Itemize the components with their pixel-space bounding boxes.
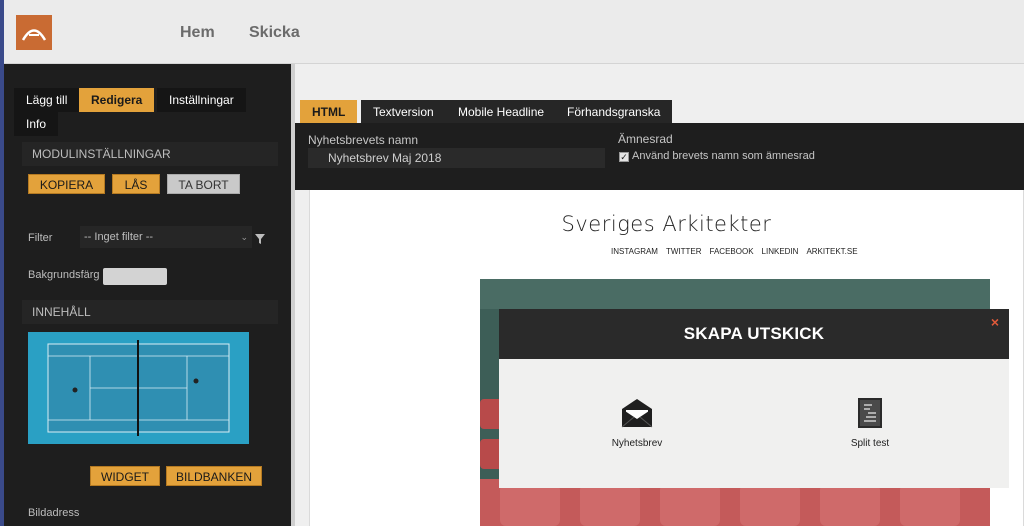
tab-text-version[interactable]: Textversion xyxy=(361,100,446,124)
tab-html[interactable]: HTML xyxy=(300,100,358,124)
create-send-modal: SKAPA UTSKICK × Nyhetsbrev Split test xyxy=(499,309,1009,488)
content-image-thumbnail[interactable] xyxy=(28,332,249,444)
brand-title: Sveriges Arkitekter xyxy=(561,212,772,236)
bg-color-label: Bakgrundsfärg xyxy=(28,269,100,281)
modal-body: Nyhetsbrev Split test xyxy=(499,359,1009,488)
module-panel: Lägg till Redigera Inställningar Info MO… xyxy=(4,64,291,526)
tab-info[interactable]: Info xyxy=(14,112,59,136)
top-bar: Hem Skicka xyxy=(0,0,1024,64)
filter-label: Filter xyxy=(28,232,53,244)
newsletter-name-input[interactable]: Nyhetsbrev Maj 2018 xyxy=(308,148,605,168)
tab-edit[interactable]: Redigera xyxy=(79,88,155,112)
window-left-edge xyxy=(0,0,4,526)
filter-value: -- Inget filter -- xyxy=(84,231,154,243)
tab-preview[interactable]: Förhandsgranska xyxy=(555,100,673,124)
widget-button[interactable]: WIDGET xyxy=(90,466,160,486)
social-links: INSTAGRAM TWITTER FACEBOOK LINKEDIN ARKI… xyxy=(611,247,858,256)
app-logo-icon[interactable] xyxy=(16,15,52,50)
subject-label: Ämnesrad xyxy=(618,132,673,146)
close-icon[interactable]: × xyxy=(988,315,1002,329)
bg-color-swatch[interactable] xyxy=(103,268,167,285)
newsletter-option[interactable]: Nyhetsbrev xyxy=(587,397,687,449)
delete-button[interactable]: TA BORT xyxy=(167,174,240,194)
nav-send[interactable]: Skicka xyxy=(249,24,300,42)
use-name-checkbox-label: Använd brevets namn som ämnesrad xyxy=(632,150,815,162)
content-heading: INNEHÅLL xyxy=(22,300,278,324)
chevron-down-icon: ⌄ xyxy=(240,232,248,242)
tab-mobile-headline[interactable]: Mobile Headline xyxy=(446,100,557,124)
modal-title: SKAPA UTSKICK xyxy=(499,309,1009,359)
copy-button[interactable]: KOPIERA xyxy=(28,174,105,194)
image-address-label: Bildadress xyxy=(28,507,80,519)
tennis-court-image xyxy=(28,332,249,444)
image-bank-button[interactable]: BILDBANKEN xyxy=(166,466,262,486)
split-test-icon xyxy=(858,398,882,428)
split-test-option[interactable]: Split test xyxy=(820,397,920,449)
link-facebook[interactable]: FACEBOOK xyxy=(710,247,754,256)
link-linkedin[interactable]: LINKEDIN xyxy=(762,247,799,256)
newsletter-option-label: Nyhetsbrev xyxy=(611,438,663,449)
link-twitter[interactable]: TWITTER xyxy=(666,247,702,256)
envelope-icon xyxy=(621,399,653,428)
funnel-icon[interactable] xyxy=(255,231,265,249)
nav-home[interactable]: Hem xyxy=(180,24,215,42)
tab-settings[interactable]: Inställningar xyxy=(157,88,246,112)
lock-button[interactable]: LÅS xyxy=(112,174,160,194)
link-instagram[interactable]: INSTAGRAM xyxy=(611,247,658,256)
module-settings-heading: MODULINSTÄLLNINGAR xyxy=(22,142,278,166)
tab-add[interactable]: Lägg till xyxy=(14,88,80,112)
split-test-option-label: Split test xyxy=(850,438,890,449)
filter-select[interactable]: -- Inget filter -- ⌄ xyxy=(80,226,252,248)
newsletter-name-label: Nyhetsbrevets namn xyxy=(308,133,419,147)
link-arkitekt[interactable]: ARKITEKT.SE xyxy=(806,247,857,256)
use-name-checkbox[interactable]: ✓ xyxy=(619,152,629,162)
